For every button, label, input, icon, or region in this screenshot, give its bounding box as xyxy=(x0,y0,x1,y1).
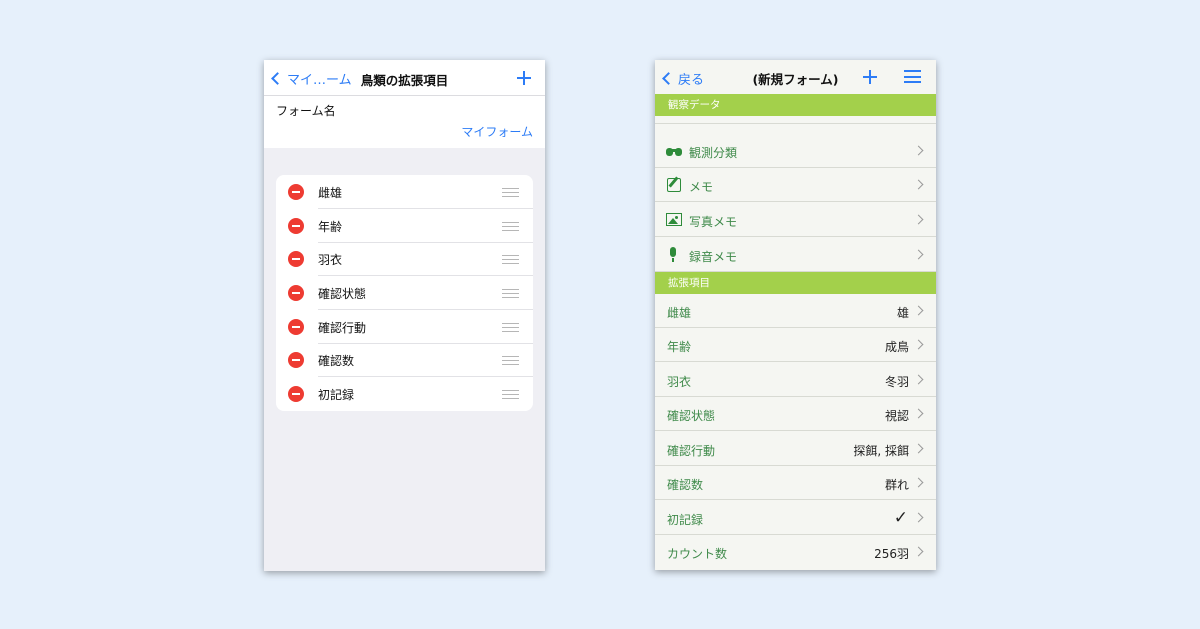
row-label: 写真メモ xyxy=(689,215,738,229)
checkmark-icon: ✓ xyxy=(893,508,908,528)
row-label: メモ xyxy=(689,180,714,194)
row-label: 確認行動 xyxy=(667,444,716,458)
chevron-right-icon xyxy=(913,408,924,419)
row-label: 雌雄 xyxy=(667,306,692,320)
list-item[interactable]: 羽衣 xyxy=(276,242,533,276)
row-value: 冬羽 xyxy=(884,375,909,389)
section-header-observation: 観察データ xyxy=(655,94,936,116)
chevron-right-icon xyxy=(913,305,924,316)
chevron-right-icon xyxy=(913,249,924,260)
partially-hidden-row xyxy=(655,116,936,124)
ext-row[interactable]: 雌雄 雄 xyxy=(655,294,936,328)
row-value: 群れ xyxy=(884,478,909,492)
item-label: 雌雄 xyxy=(318,186,343,200)
delete-icon[interactable] xyxy=(288,386,304,402)
delete-icon[interactable] xyxy=(288,285,304,301)
item-label: 年齢 xyxy=(318,220,343,234)
page-title: 鳥類の拡張項目 xyxy=(360,73,449,88)
row-label: カウント数 xyxy=(667,547,728,561)
chevron-right-icon xyxy=(913,477,924,488)
row-value: 256羽 xyxy=(874,547,909,561)
add-icon[interactable] xyxy=(517,71,531,85)
list-item[interactable]: 年齢 xyxy=(276,209,533,243)
obs-row-audio-memo[interactable]: 録音メモ xyxy=(655,238,936,272)
menu-icon[interactable] xyxy=(904,70,921,83)
delete-icon[interactable] xyxy=(288,352,304,368)
row-value: 視認 xyxy=(884,409,909,423)
row-label: 観測分類 xyxy=(689,146,738,160)
list-item[interactable]: 初記録 xyxy=(276,377,533,411)
delete-icon[interactable] xyxy=(288,251,304,267)
chevron-right-icon xyxy=(913,374,924,385)
drag-handle-icon[interactable] xyxy=(502,255,519,264)
item-label: 確認状態 xyxy=(318,287,367,301)
row-label: 羽衣 xyxy=(667,375,692,389)
nav-bar: 戻る (新規フォーム) xyxy=(655,60,936,94)
row-label: 確認数 xyxy=(667,478,704,492)
chevron-right-icon xyxy=(913,443,924,454)
obs-row-memo[interactable]: メモ xyxy=(655,168,936,202)
ext-row[interactable]: 年齢 成鳥 xyxy=(655,328,936,362)
item-list: 雌雄 年齢 羽衣 確認状態 確認行動 確認数 初記録 xyxy=(276,175,533,411)
list-item[interactable]: 確認数 xyxy=(276,343,533,377)
drag-handle-icon[interactable] xyxy=(502,289,519,298)
chevron-right-icon xyxy=(913,214,924,225)
row-label: 確認状態 xyxy=(667,409,716,423)
row-label: 年齢 xyxy=(667,340,692,354)
drag-handle-icon[interactable] xyxy=(502,390,519,399)
row-value: 探餌, 採餌 xyxy=(853,444,909,458)
list-item[interactable]: 雌雄 xyxy=(276,175,533,209)
ext-row[interactable]: 確認数 群れ xyxy=(655,466,936,500)
item-label: 確認数 xyxy=(318,354,355,368)
right-phone-screen: 戻る (新規フォーム) 観察データ 観測分類 メモ 写真メモ 録音メモ 拡張項目… xyxy=(655,60,936,570)
list-item[interactable]: 確認状態 xyxy=(276,276,533,310)
section-header-extended: 拡張項目 xyxy=(655,272,936,294)
item-label: 初記録 xyxy=(318,388,355,402)
ext-row[interactable]: 確認行動 探餌, 採餌 xyxy=(655,432,936,466)
item-label: 羽衣 xyxy=(318,253,343,267)
left-phone-screen: マイ…ーム 鳥類の拡張項目 フォーム名 マイフォーム 雌雄 年齢 羽衣 確認状態… xyxy=(264,60,545,571)
microphone-icon xyxy=(670,247,676,262)
nav-bar: マイ…ーム 鳥類の拡張項目 xyxy=(264,60,545,96)
form-name-label: フォーム名 xyxy=(276,104,336,118)
form-name-section[interactable]: フォーム名 マイフォーム xyxy=(264,96,545,148)
obs-row-classification[interactable]: 観測分類 xyxy=(655,134,936,168)
delete-icon[interactable] xyxy=(288,184,304,200)
item-label: 確認行動 xyxy=(318,321,367,335)
drag-handle-icon[interactable] xyxy=(502,222,519,231)
chevron-right-icon xyxy=(913,339,924,350)
ext-row[interactable]: 初記録 ✓ xyxy=(655,501,936,535)
drag-handle-icon[interactable] xyxy=(502,323,519,332)
row-value: 雄 xyxy=(896,306,909,320)
delete-icon[interactable] xyxy=(288,319,304,335)
delete-icon[interactable] xyxy=(288,218,304,234)
ext-row[interactable]: カウント数 256羽 xyxy=(655,535,936,569)
list-item[interactable]: 確認行動 xyxy=(276,310,533,344)
chevron-right-icon xyxy=(913,179,924,190)
chevron-right-icon xyxy=(913,145,924,156)
page-title: (新規フォーム) xyxy=(752,72,839,87)
add-icon[interactable] xyxy=(863,70,877,84)
chevron-right-icon xyxy=(913,546,924,557)
row-label: 録音メモ xyxy=(689,250,738,264)
drag-handle-icon[interactable] xyxy=(502,356,519,365)
ext-row[interactable]: 羽衣 冬羽 xyxy=(655,363,936,397)
chevron-right-icon xyxy=(913,512,924,523)
form-name-value[interactable]: マイフォーム xyxy=(461,123,533,140)
row-label: 初記録 xyxy=(667,513,704,527)
photo-icon xyxy=(666,213,682,226)
ext-row[interactable]: 確認状態 視認 xyxy=(655,397,936,431)
obs-row-photo-memo[interactable]: 写真メモ xyxy=(655,203,936,237)
drag-handle-icon[interactable] xyxy=(502,188,519,197)
binoculars-icon xyxy=(666,146,682,156)
row-value: 成鳥 xyxy=(884,340,909,354)
memo-icon xyxy=(667,178,681,192)
